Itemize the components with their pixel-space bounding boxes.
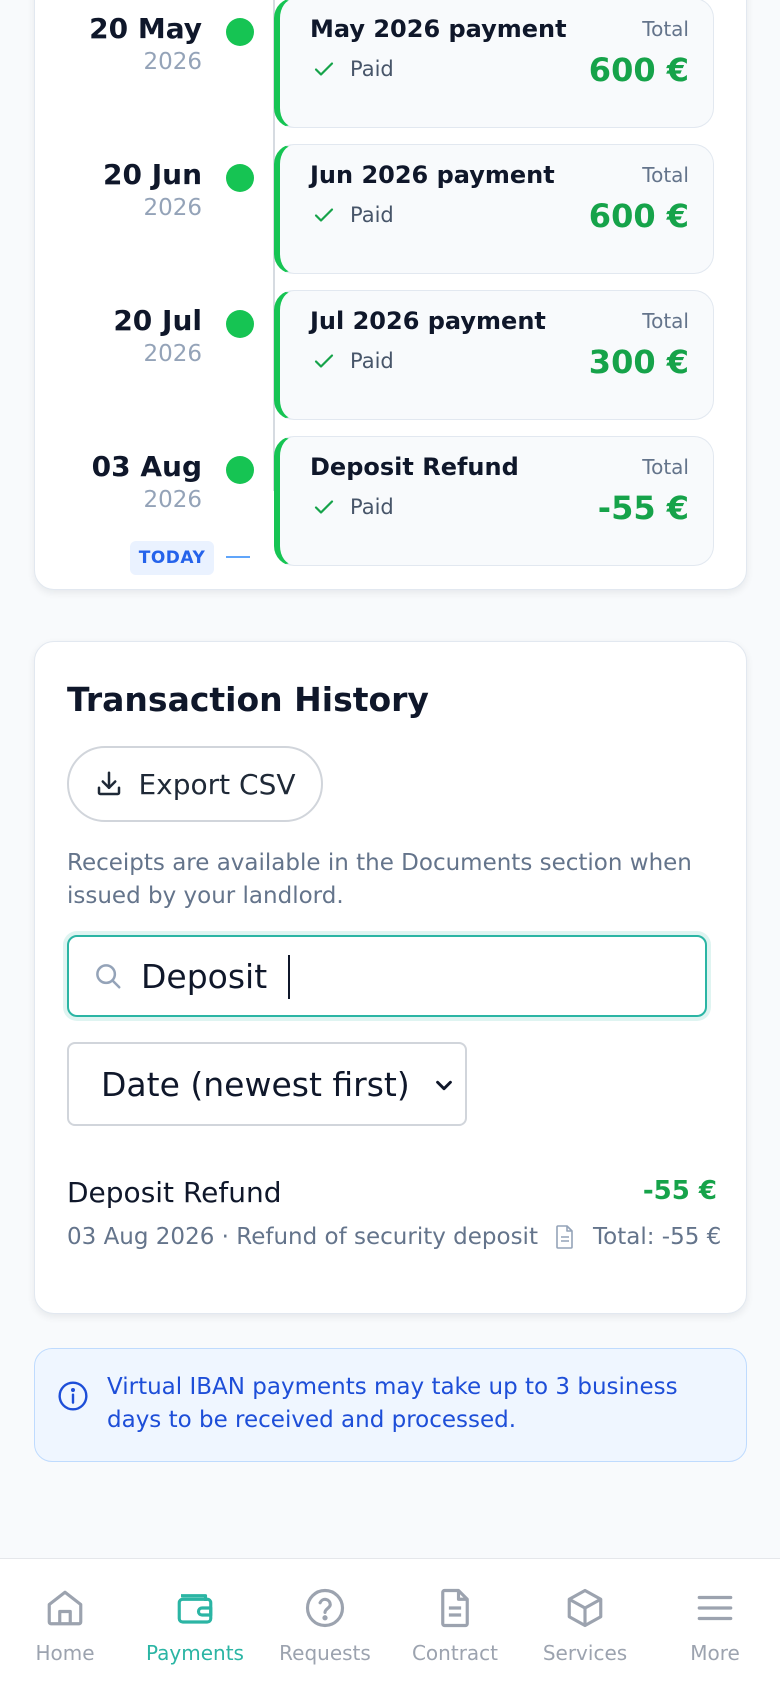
check-icon bbox=[314, 500, 334, 514]
download-icon bbox=[98, 771, 121, 796]
entry-total-label: Total bbox=[642, 309, 689, 333]
entry-status-label: Paid bbox=[350, 349, 394, 373]
check-icon bbox=[314, 354, 334, 368]
entry-total-label: Total bbox=[642, 163, 689, 187]
timeline-date: 20 Jun 2026 bbox=[103, 158, 202, 221]
help-circle-icon bbox=[305, 1588, 345, 1628]
entry-total-label: Total bbox=[642, 455, 689, 479]
sort-select[interactable]: Date (newest first) bbox=[67, 1042, 467, 1126]
timeline-row: 20 Jun 2026 Jun 2026 payment Paid Total … bbox=[0, 144, 780, 276]
check-icon bbox=[314, 62, 334, 76]
entry-amount: -55 € bbox=[597, 489, 689, 527]
search-icon bbox=[96, 964, 121, 989]
nav-label: Requests bbox=[279, 1641, 371, 1665]
timeline-dot bbox=[226, 18, 254, 46]
wallet-icon bbox=[177, 1594, 213, 1624]
search-field[interactable] bbox=[67, 935, 707, 1017]
transaction-total: Total: -55 € bbox=[553, 1224, 721, 1250]
timeline-entry-card[interactable]: Deposit Refund Paid Total -55 € bbox=[274, 436, 714, 566]
transaction-amount: -55 € bbox=[642, 1176, 717, 1206]
transaction-history-card: Transaction History Export CSV Receipts … bbox=[34, 641, 747, 1314]
today-marker bbox=[226, 556, 250, 558]
timeline-dot bbox=[226, 164, 254, 192]
timeline-row: 20 Jul 2026 Jul 2026 payment Paid Total … bbox=[0, 290, 780, 422]
transaction-total-text: Total: -55 € bbox=[593, 1224, 722, 1250]
entry-status: Paid bbox=[312, 349, 394, 373]
timeline-date-year: 2026 bbox=[143, 341, 202, 367]
timeline-date-day: 20 May bbox=[89, 12, 202, 45]
nav-item-requests[interactable]: Requests bbox=[260, 1559, 390, 1688]
nav-label: Contract bbox=[411, 1641, 499, 1665]
nav-item-payments[interactable]: Payments bbox=[130, 1559, 260, 1688]
receipts-note: Receipts are available in the Documents … bbox=[67, 850, 692, 909]
entry-title: Jul 2026 payment bbox=[310, 307, 546, 335]
transaction-row[interactable]: Deposit Refund -55 € 03 Aug 2026 · Refun… bbox=[67, 1176, 721, 1266]
timeline-entry-card[interactable]: Jun 2026 payment Paid Total 600 € bbox=[274, 144, 714, 274]
text-cursor bbox=[288, 955, 290, 999]
timeline-row: 03 Aug 2026 Deposit Refund Paid Total -5… bbox=[0, 436, 780, 568]
home-icon bbox=[47, 1590, 83, 1626]
nav-label: Home bbox=[35, 1641, 95, 1665]
entry-total-label: Total bbox=[642, 17, 689, 41]
nav-label: More bbox=[690, 1641, 740, 1665]
nav-item-more[interactable]: More bbox=[650, 1559, 780, 1688]
info-icon bbox=[58, 1381, 88, 1411]
entry-title: Jun 2026 payment bbox=[310, 161, 555, 189]
timeline-entry-card[interactable]: Jul 2026 payment Paid Total 300 € bbox=[274, 290, 714, 420]
entry-status: Paid bbox=[312, 495, 394, 519]
export-csv-button[interactable]: Export CSV bbox=[67, 746, 323, 822]
nav-item-contract[interactable]: Contract bbox=[390, 1559, 520, 1688]
timeline-dot bbox=[226, 310, 254, 338]
entry-title: Deposit Refund bbox=[310, 453, 519, 481]
timeline-dot bbox=[226, 456, 254, 484]
timeline-date: 03 Aug 2026 bbox=[92, 450, 202, 513]
sort-selected-value: Date (newest first) bbox=[101, 1064, 410, 1104]
document-icon bbox=[441, 1588, 469, 1628]
box-icon bbox=[567, 1588, 603, 1628]
entry-status-label: Paid bbox=[350, 203, 394, 227]
timeline-date: 20 Jul 2026 bbox=[113, 304, 202, 367]
timeline-date-day: 03 Aug bbox=[91, 450, 202, 483]
search-input[interactable] bbox=[141, 956, 681, 996]
entry-title: May 2026 payment bbox=[310, 15, 567, 43]
section-title: Transaction History bbox=[67, 680, 429, 719]
transaction-title: Deposit Refund bbox=[67, 1176, 282, 1209]
entry-amount: 600 € bbox=[588, 51, 689, 89]
nav-item-home[interactable]: Home bbox=[0, 1559, 130, 1688]
entry-status-label: Paid bbox=[350, 495, 394, 519]
info-banner-text: Virtual IBAN payments may take up to 3 b… bbox=[107, 1374, 678, 1433]
document-icon bbox=[556, 1225, 573, 1249]
entry-amount: 600 € bbox=[588, 197, 689, 235]
bottom-navigation: Home Payments Requests Contract Services… bbox=[0, 1558, 780, 1688]
entry-status-label: Paid bbox=[350, 57, 394, 81]
nav-label: Payments bbox=[146, 1641, 244, 1665]
transaction-subtitle: 03 Aug 2026 · Refund of security deposit bbox=[67, 1224, 538, 1250]
entry-status: Paid bbox=[312, 203, 394, 227]
export-csv-label: Export CSV bbox=[138, 767, 296, 801]
timeline-date-day: 20 Jun bbox=[103, 158, 202, 191]
timeline-date-year: 2026 bbox=[143, 487, 202, 513]
timeline-row: 20 May 2026 May 2026 payment Paid Total … bbox=[0, 0, 780, 130]
entry-amount: 300 € bbox=[588, 343, 689, 381]
today-badge: TODAY bbox=[130, 541, 214, 575]
timeline-date: 20 May 2026 bbox=[89, 12, 202, 75]
timeline-date-year: 2026 bbox=[143, 49, 202, 75]
chevron-down-icon bbox=[436, 1080, 452, 1091]
nav-item-services[interactable]: Services bbox=[520, 1559, 650, 1688]
timeline-date-day: 20 Jul bbox=[113, 304, 202, 337]
info-banner: Virtual IBAN payments may take up to 3 b… bbox=[34, 1348, 747, 1462]
nav-label: Services bbox=[542, 1641, 628, 1665]
timeline-date-year: 2026 bbox=[143, 195, 202, 221]
timeline-entry-card[interactable]: May 2026 payment Paid Total 600 € bbox=[274, 0, 714, 128]
menu-icon bbox=[697, 1595, 733, 1621]
entry-status: Paid bbox=[312, 57, 394, 81]
check-icon bbox=[314, 208, 334, 222]
